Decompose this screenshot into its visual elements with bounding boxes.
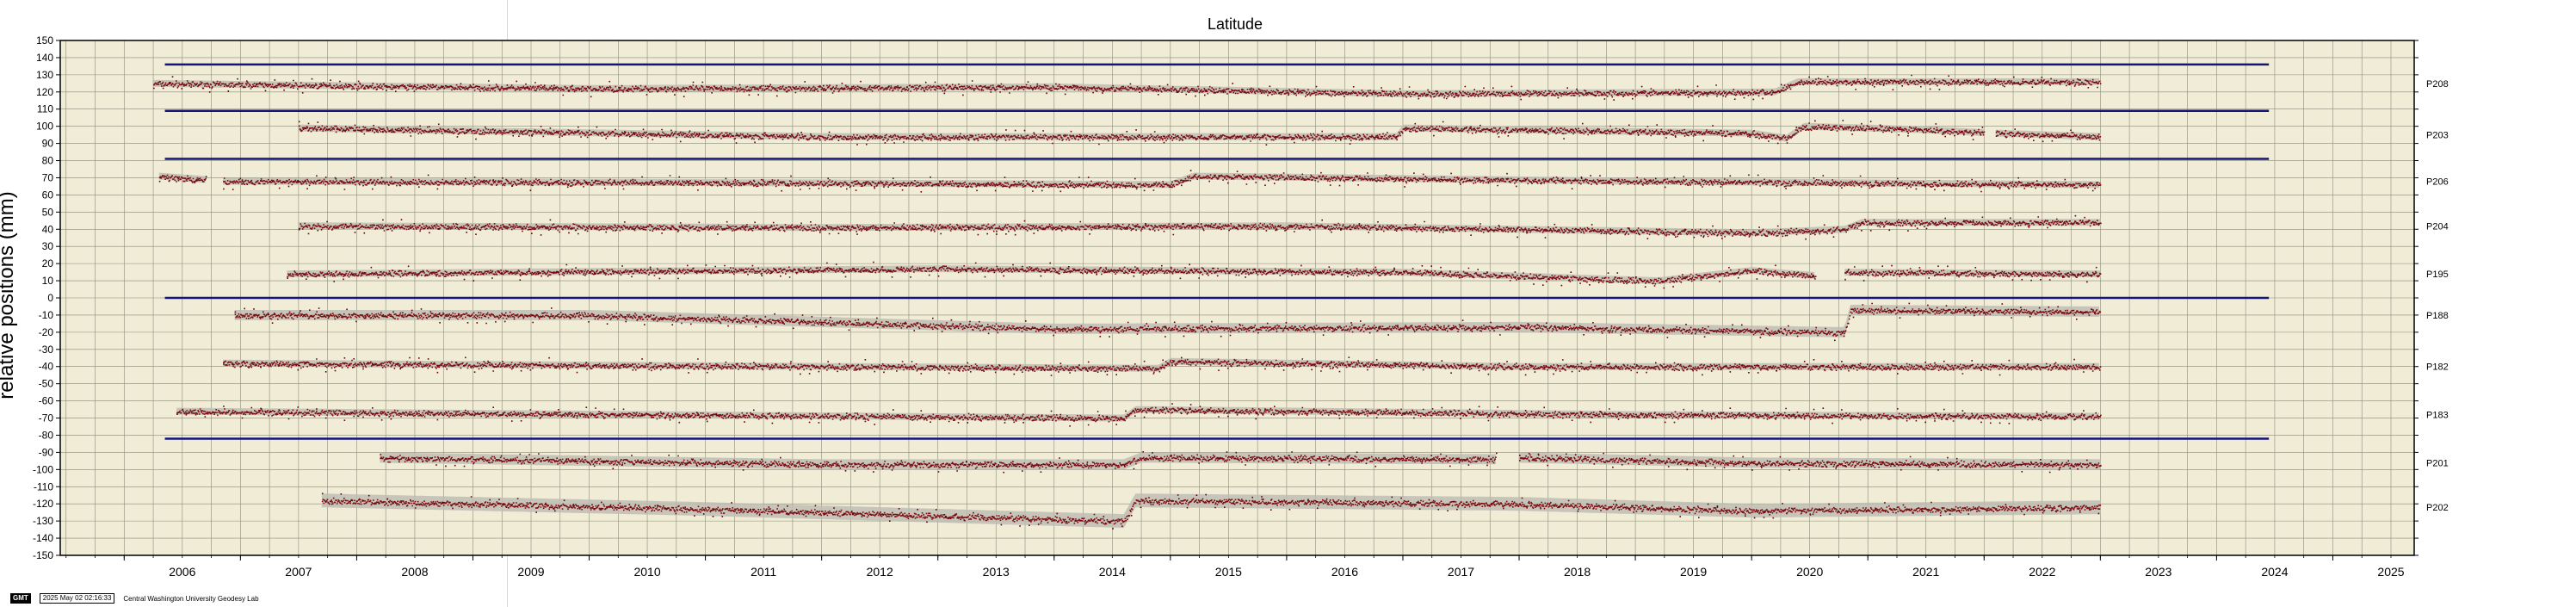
series-label: P201 bbox=[2426, 458, 2449, 468]
x-tick-label: 2014 bbox=[1099, 565, 1126, 579]
y-tick-label: 50 bbox=[42, 206, 54, 218]
chart: Latitude relative positions (mm) 150 140 1… bbox=[0, 15, 2449, 579]
x-tick-label: 2024 bbox=[2261, 565, 2288, 579]
x-tick-label: 2019 bbox=[1680, 565, 1707, 579]
x-tick-label: 2020 bbox=[1796, 565, 1823, 579]
series-label: P204 bbox=[2426, 221, 2449, 232]
series-label: P195 bbox=[2426, 269, 2449, 280]
x-tick-label: 2012 bbox=[867, 565, 893, 579]
x-tick-label: 2009 bbox=[517, 565, 544, 579]
x-tick-label: 2006 bbox=[169, 565, 195, 579]
series-label: P203 bbox=[2426, 131, 2449, 141]
x-tick-label: 2023 bbox=[2145, 565, 2171, 579]
x-tick-label: 2015 bbox=[1215, 565, 1242, 579]
y-tick-label: 40 bbox=[42, 223, 54, 235]
y-tick-label: -70 bbox=[39, 412, 54, 424]
series-label: P183 bbox=[2426, 411, 2449, 421]
chart-title: Latitude bbox=[1208, 15, 1263, 33]
y-tick-label: 60 bbox=[42, 189, 54, 201]
y-tick-label: 0 bbox=[47, 292, 53, 304]
y-axis-label: relative positions (mm) bbox=[0, 191, 18, 399]
y-tick-label: -120 bbox=[33, 498, 53, 510]
y-tick-label: -60 bbox=[39, 395, 54, 407]
y-tick-label: 130 bbox=[36, 69, 53, 81]
y-tick-label: 70 bbox=[42, 171, 54, 183]
y-tick-label: -30 bbox=[39, 344, 54, 356]
x-tick-label: 2018 bbox=[1564, 565, 1591, 579]
y-tick-label: -80 bbox=[39, 429, 54, 441]
x-tick-label: 2021 bbox=[1912, 565, 1939, 579]
y-tick-label: 20 bbox=[42, 257, 54, 269]
x-tick-label: 2013 bbox=[983, 565, 1010, 579]
x-tick-label: 2025 bbox=[2377, 565, 2404, 579]
y-tick-label: -90 bbox=[39, 446, 54, 458]
y-tick-label: 140 bbox=[36, 52, 53, 64]
y-tick-label: 150 bbox=[36, 34, 53, 46]
x-tick-label: 2022 bbox=[2029, 565, 2055, 579]
x-tick-label: 2011 bbox=[751, 565, 776, 579]
y-tick-label: 80 bbox=[42, 155, 54, 167]
gmt-logo: GMT bbox=[10, 593, 31, 604]
y-tick-label: 90 bbox=[42, 138, 54, 150]
y-tick-label: -10 bbox=[39, 309, 54, 321]
series-label: P206 bbox=[2426, 177, 2449, 187]
series-label: P208 bbox=[2426, 79, 2449, 90]
y-tick-label: -100 bbox=[33, 463, 53, 475]
y-tick-label: 110 bbox=[37, 103, 53, 115]
y-tick-label: -50 bbox=[39, 378, 54, 390]
y-tick-label: 10 bbox=[42, 275, 54, 287]
x-tick-label: 2010 bbox=[633, 565, 660, 579]
y-tick-label: -140 bbox=[33, 532, 53, 544]
x-tick-label: 2007 bbox=[285, 565, 312, 579]
x-axis: 2006 2007 2008 2009 2010 2011 2012 2013 2014 2015… bbox=[65, 555, 2405, 579]
series-label: P188 bbox=[2426, 311, 2449, 321]
y-tick-label: -40 bbox=[39, 361, 54, 373]
y-tick-label: 30 bbox=[42, 240, 54, 252]
y-tick-label: -20 bbox=[39, 326, 54, 338]
y-tick-label: -110 bbox=[34, 480, 53, 492]
lab-credit: Central Washington University Geodesy La… bbox=[123, 594, 259, 603]
y-tick-label: 100 bbox=[36, 121, 53, 133]
x-tick-label: 2017 bbox=[1448, 565, 1474, 579]
timestamp: 2025 May 02 02:16:33 bbox=[39, 593, 115, 604]
footer: GMT 2025 May 02 02:16:33 Central Washing… bbox=[10, 593, 259, 604]
x-tick-label: 2016 bbox=[1331, 565, 1358, 579]
plot-area: 1501401301201101009080706050403020100-10… bbox=[33, 34, 2449, 579]
series-label: P202 bbox=[2426, 503, 2449, 513]
x-tick-label: 2008 bbox=[401, 565, 428, 579]
y-tick-label: 120 bbox=[36, 86, 53, 98]
y-tick-label: -130 bbox=[33, 515, 53, 527]
series-label: P182 bbox=[2426, 362, 2449, 373]
y-tick-label: -150 bbox=[33, 549, 53, 561]
